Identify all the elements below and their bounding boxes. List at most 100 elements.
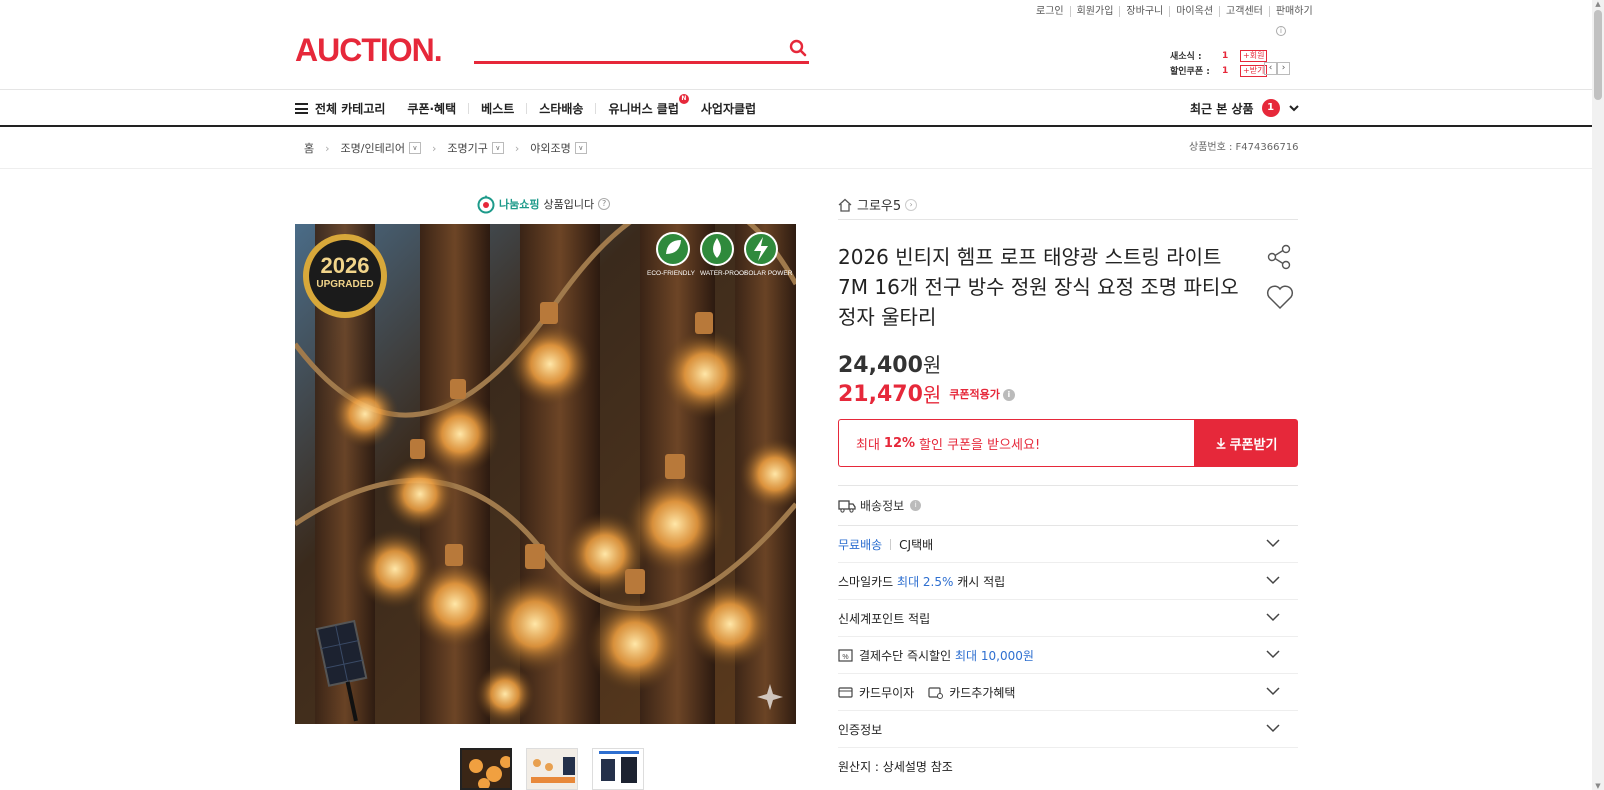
recent-viewed-button[interactable]: 최근 본 상품 1 [1190, 90, 1300, 126]
nav-universe-club[interactable]: 유니버스 클럽 N [608, 93, 689, 117]
dropdown-icon[interactable]: ∨ [408, 142, 421, 154]
badge-text: UPGRADED [316, 279, 373, 290]
nav-coupon-benefit[interactable]: 쿠폰·혜택 [407, 100, 456, 117]
chevron-down-icon [1266, 576, 1280, 585]
card-free-interest: 카드무이자 [859, 685, 915, 700]
search-input[interactable] [474, 38, 764, 60]
info-icon[interactable]: i [910, 500, 922, 511]
recent-viewed-label: 최근 본 상품 [1190, 101, 1254, 116]
chevron-right-icon[interactable]: › [1277, 62, 1290, 75]
nanum-shopping-notice: 나눔쇼핑 상품입니다 ? [476, 194, 611, 214]
dropdown-icon[interactable]: ∨ [491, 142, 504, 154]
coupon-applied-label: 쿠폰적용가 [949, 388, 1000, 401]
breadcrumb-bar: 홈 › 조명/인테리어 ∨ › 조명기구 ∨ › 야외조명 ∨ 상품번호 : F… [0, 127, 1592, 169]
smile-card-post: 캐시 적립 [957, 574, 1006, 589]
product-title: 2026 빈티지 헴프 로프 태양광 스트링 라이트 7M 16개 전구 방수 … [838, 245, 1239, 329]
seller-name: 그로우5 [857, 199, 902, 214]
thumbnail-1[interactable] [460, 748, 512, 790]
new-message-count[interactable]: 1 [1222, 51, 1240, 61]
info-icon[interactable]: i [1002, 389, 1015, 401]
global-nav: 전체 카테고리 쿠폰·혜택 베스트 스타배송 유니버스 클럽 N 사업자클럽 최… [0, 89, 1592, 127]
breadcrumb-level-2[interactable]: 조명기구 [447, 140, 487, 156]
nav-best[interactable]: 베스트 [481, 100, 514, 117]
signup-link[interactable]: 회원가입 [1069, 6, 1120, 17]
breadcrumb-separator-icon: › [514, 141, 520, 155]
payment-discount-label: 결제수단 즉시할인 [859, 648, 952, 663]
recent-count-badge: 1 [1261, 99, 1280, 117]
coupon-banner: 최대 12% 할인 쿠폰을 받으세요! 쿠폰받기 [838, 419, 1298, 467]
search-icon[interactable] [789, 39, 807, 57]
nanum-logo-icon [477, 195, 495, 214]
ssg-point-label: 신세계포인트 적립 [838, 611, 931, 626]
customer-center-link[interactable]: 고객센터 [1219, 6, 1269, 17]
chevron-down-icon [1266, 613, 1280, 622]
my-auction-link[interactable]: 마이옥션 [1169, 6, 1219, 17]
breadcrumb-separator-icon: › [431, 141, 437, 155]
coupon-count[interactable]: 1 [1222, 66, 1240, 76]
certification-row[interactable]: 인증정보 [838, 711, 1298, 748]
chevron-down-icon [1266, 539, 1280, 548]
breadcrumb-home[interactable]: 홈 [304, 140, 314, 156]
nanum-text: 상품입니다 [543, 198, 595, 211]
nav-universe-club-label: 유니버스 클럽 [608, 101, 679, 116]
info-icon[interactable]: i [1276, 26, 1286, 36]
string-lights-photo: 2026 UPGRADED ECO-FRIENDLY WATER-PROOF S… [295, 224, 796, 724]
scrollbar-thumb[interactable] [1594, 10, 1602, 100]
won-unit: 원 [922, 353, 942, 377]
scroll-down-icon[interactable]: ▼ [1594, 782, 1602, 790]
origin-label: 원산지 : 상세설명 참조 [838, 760, 953, 774]
chevron-right-icon: › [905, 198, 918, 211]
nav-star-delivery[interactable]: 스타배송 [539, 100, 583, 117]
coupon-msg-pre: 최대 [856, 437, 880, 453]
product-number: 상품번호 : F474366716 [1189, 142, 1299, 153]
carrier-name: CJ택배 [899, 537, 934, 552]
credit-card-icon [838, 686, 853, 698]
coupon-msg-post: 할인 쿠폰을 받으세요! [919, 437, 1041, 453]
download-icon [1216, 438, 1226, 449]
product-main-image[interactable]: 2026 UPGRADED ECO-FRIENDLY WATER-PROOF S… [295, 224, 796, 724]
thumbnail-2[interactable] [526, 748, 578, 790]
sell-link[interactable]: 판매하기 [1268, 6, 1319, 17]
truck-icon [838, 499, 856, 513]
certification-label: 인증정보 [838, 722, 883, 737]
member-tag[interactable]: +회원 [1240, 49, 1268, 62]
thumbnail-3[interactable] [592, 748, 644, 790]
coupon-message: 최대 12% 할인 쿠폰을 받으세요! [838, 419, 1194, 467]
smile-card-row[interactable]: 스마일카드 최대 2.5% 캐시 적립 [838, 563, 1298, 600]
smile-card-label: 스마일카드 [838, 574, 894, 589]
original-price-value: 24,400 [838, 353, 923, 378]
scroll-up-icon[interactable]: ▲ [1594, 0, 1602, 8]
coupon-msg-percent: 12% [883, 435, 916, 451]
chevron-down-icon [1266, 650, 1280, 659]
breadcrumb-level-3[interactable]: 야외조명 [530, 140, 570, 156]
smile-card-rate: 최대 2.5% [897, 574, 954, 589]
dropdown-icon[interactable]: ∨ [574, 142, 587, 154]
heart-icon[interactable] [1266, 284, 1294, 310]
cart-link[interactable]: 장바구니 [1119, 6, 1169, 17]
menu-icon[interactable] [295, 102, 308, 114]
all-category-button[interactable]: 전체 카테고리 [315, 100, 385, 117]
nav-business-club[interactable]: 사업자클럽 [701, 100, 756, 117]
feature-eco: ECO-FRIENDLY [647, 270, 696, 277]
coupon-price-value: 21,470 [838, 382, 923, 407]
get-coupon-button[interactable]: 쿠폰받기 [1194, 419, 1298, 467]
discount-receipt-icon: % [838, 648, 853, 662]
breadcrumb-level-1[interactable]: 조명/인테리어 [341, 140, 405, 156]
nav-divider [526, 102, 528, 114]
breadcrumb-separator-icon: › [325, 141, 330, 155]
ssg-point-row[interactable]: 신세계포인트 적립 [838, 600, 1298, 637]
share-icon[interactable] [1266, 244, 1292, 270]
seller-link[interactable]: 그로우5 › [838, 190, 1298, 220]
card-benefit-row[interactable]: 카드무이자 카드추가혜택 [838, 674, 1298, 711]
shipping-row[interactable]: 무료배송 CJ택배 [838, 526, 1298, 563]
vertical-scrollbar[interactable]: ▲ ▼ [1592, 0, 1604, 790]
home-icon [838, 198, 852, 212]
chevron-left-icon[interactable]: ‹ [1264, 62, 1277, 75]
auction-logo[interactable]: AUCTION. [295, 32, 443, 69]
login-link[interactable]: 로그인 [1030, 6, 1070, 17]
coupon-label: 할인쿠폰 : [1170, 67, 1210, 77]
help-icon[interactable]: ? [598, 198, 611, 210]
get-coupon-label: 쿠폰받기 [1229, 437, 1278, 453]
pipe-divider [890, 538, 892, 550]
payment-discount-row[interactable]: % 결제수단 즉시할인 최대 10,000원 [838, 637, 1298, 674]
